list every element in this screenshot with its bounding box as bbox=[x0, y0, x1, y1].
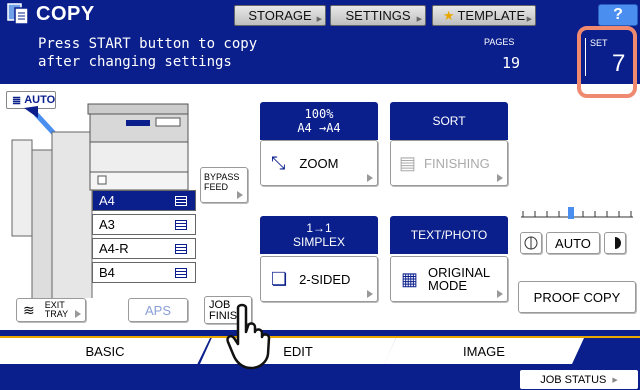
tray-icon bbox=[175, 268, 187, 278]
half-moon-dark-icon bbox=[615, 237, 621, 249]
star-icon: ★ bbox=[442, 7, 455, 23]
status-message-line1: Press START button to copy bbox=[38, 36, 258, 52]
density-marker bbox=[568, 207, 574, 219]
zoom-ratio: 100% bbox=[304, 107, 334, 121]
proof-copy-button[interactable]: PROOF COPY bbox=[518, 281, 636, 313]
two-sided-label: 2-SIDED bbox=[299, 271, 351, 287]
zoom-icon: ⤡ bbox=[271, 152, 286, 173]
template-label: TEMPLATE bbox=[457, 8, 526, 23]
finishing-icon: ▤ bbox=[399, 152, 417, 173]
density-scale bbox=[521, 207, 633, 219]
sort-status: SORT bbox=[390, 102, 508, 140]
tray-a3-label: A3 bbox=[99, 217, 115, 232]
original-mode-icon: ▦ bbox=[401, 268, 419, 289]
tray-icon: ≋ bbox=[23, 301, 35, 318]
chevron-right-icon bbox=[75, 310, 81, 318]
tray-icon bbox=[175, 244, 187, 254]
zoom-label: ZOOM bbox=[299, 155, 339, 171]
original-mode-label-2: MODE bbox=[428, 278, 468, 293]
chevron-right-icon: ▶ bbox=[416, 16, 422, 23]
tab-image-label: IMAGE bbox=[463, 343, 505, 359]
chevron-right-icon: ▶ bbox=[316, 16, 322, 23]
chevron-right-icon bbox=[237, 191, 243, 199]
hand-pointer-icon bbox=[226, 303, 271, 370]
tray-icon bbox=[175, 196, 187, 206]
density-auto-label: AUTO bbox=[555, 235, 591, 251]
chevron-right-icon bbox=[367, 174, 373, 182]
original-mode-button[interactable]: ▦ ORIGINAL MODE bbox=[390, 256, 508, 302]
exit-label-2: TRAY bbox=[44, 309, 69, 319]
pages-label: PAGES bbox=[484, 37, 515, 47]
tab-edit-label: EDIT bbox=[283, 343, 313, 359]
half-moon-light-icon bbox=[524, 236, 538, 250]
finishing-label: FINISHING bbox=[424, 155, 490, 171]
aps-label: APS bbox=[144, 302, 171, 318]
tab-basic[interactable]: BASIC bbox=[0, 338, 210, 364]
tray-b4[interactable]: B4 bbox=[92, 262, 196, 283]
settings-button[interactable]: SETTINGS ▶ bbox=[330, 5, 426, 26]
exit-tray-button[interactable]: ≋ EXIT TRAY bbox=[16, 298, 86, 322]
tray-b4-label: B4 bbox=[99, 265, 115, 280]
tray-a4r[interactable]: A4-R bbox=[92, 238, 196, 259]
tab-basic-label: BASIC bbox=[85, 343, 125, 359]
original-mode-status: TEXT/PHOTO bbox=[390, 216, 508, 254]
tray-a4r-label: A4-R bbox=[99, 241, 129, 256]
bypass-feed-button[interactable]: BYPASS FEED bbox=[200, 167, 248, 203]
app-title: COPY bbox=[36, 3, 95, 25]
copy-icon bbox=[7, 3, 29, 25]
storage-button[interactable]: STORAGE ▶ bbox=[234, 5, 326, 26]
chevron-right-icon bbox=[497, 290, 503, 298]
chevron-right-icon bbox=[367, 290, 373, 298]
original-mode-value: TEXT/PHOTO bbox=[410, 228, 488, 242]
template-button[interactable]: ★ TEMPLATE ▶ bbox=[432, 5, 536, 26]
job-status-button[interactable]: JOB STATUS ▶ bbox=[520, 370, 638, 389]
density-auto-button[interactable]: AUTO bbox=[546, 232, 600, 254]
duplex-status: 1→1 SIMPLEX bbox=[260, 216, 378, 254]
tray-a3[interactable]: A3 bbox=[92, 214, 196, 235]
tray-a4-label: A4 bbox=[99, 193, 115, 208]
duplex-type: SIMPLEX bbox=[292, 235, 346, 249]
aps-button[interactable]: APS bbox=[128, 298, 188, 322]
zoom-button[interactable]: ⤡ ZOOM bbox=[260, 140, 378, 186]
zoom-sizes: A4 →A4 bbox=[297, 121, 341, 135]
help-icon: ? bbox=[613, 6, 623, 23]
set-highlight bbox=[577, 26, 637, 98]
two-sided-icon: ❏ bbox=[271, 268, 288, 289]
two-sided-button[interactable]: ❏ 2-SIDED bbox=[260, 256, 378, 302]
help-button[interactable]: ? bbox=[598, 4, 638, 26]
storage-label: STORAGE bbox=[248, 8, 312, 23]
density-darker-button[interactable] bbox=[604, 232, 626, 254]
tray-icon bbox=[175, 220, 187, 230]
settings-label: SETTINGS bbox=[345, 8, 411, 23]
finishing-button[interactable]: ▤ FINISHING bbox=[390, 140, 508, 186]
job-status-label: JOB STATUS bbox=[540, 373, 607, 386]
chevron-right-icon bbox=[497, 174, 503, 182]
tray-a4[interactable]: A4 bbox=[92, 190, 196, 211]
tab-underline bbox=[0, 336, 640, 338]
status-message-line2: after changing settings bbox=[38, 54, 232, 70]
pages-count: 19 bbox=[501, 54, 520, 72]
duplex-mode: 1→1 bbox=[306, 221, 332, 235]
sort-label: SORT bbox=[432, 114, 466, 128]
tab-image[interactable]: IMAGE bbox=[384, 338, 584, 364]
density-lighter-button[interactable] bbox=[520, 232, 542, 254]
bypass-label-1: BYPASS bbox=[204, 172, 240, 182]
zoom-status: 100% A4 →A4 bbox=[260, 102, 378, 140]
chevron-right-icon: ▶ bbox=[612, 376, 618, 384]
proof-copy-label: PROOF COPY bbox=[533, 289, 621, 305]
chevron-right-icon: ▶ bbox=[526, 16, 532, 23]
